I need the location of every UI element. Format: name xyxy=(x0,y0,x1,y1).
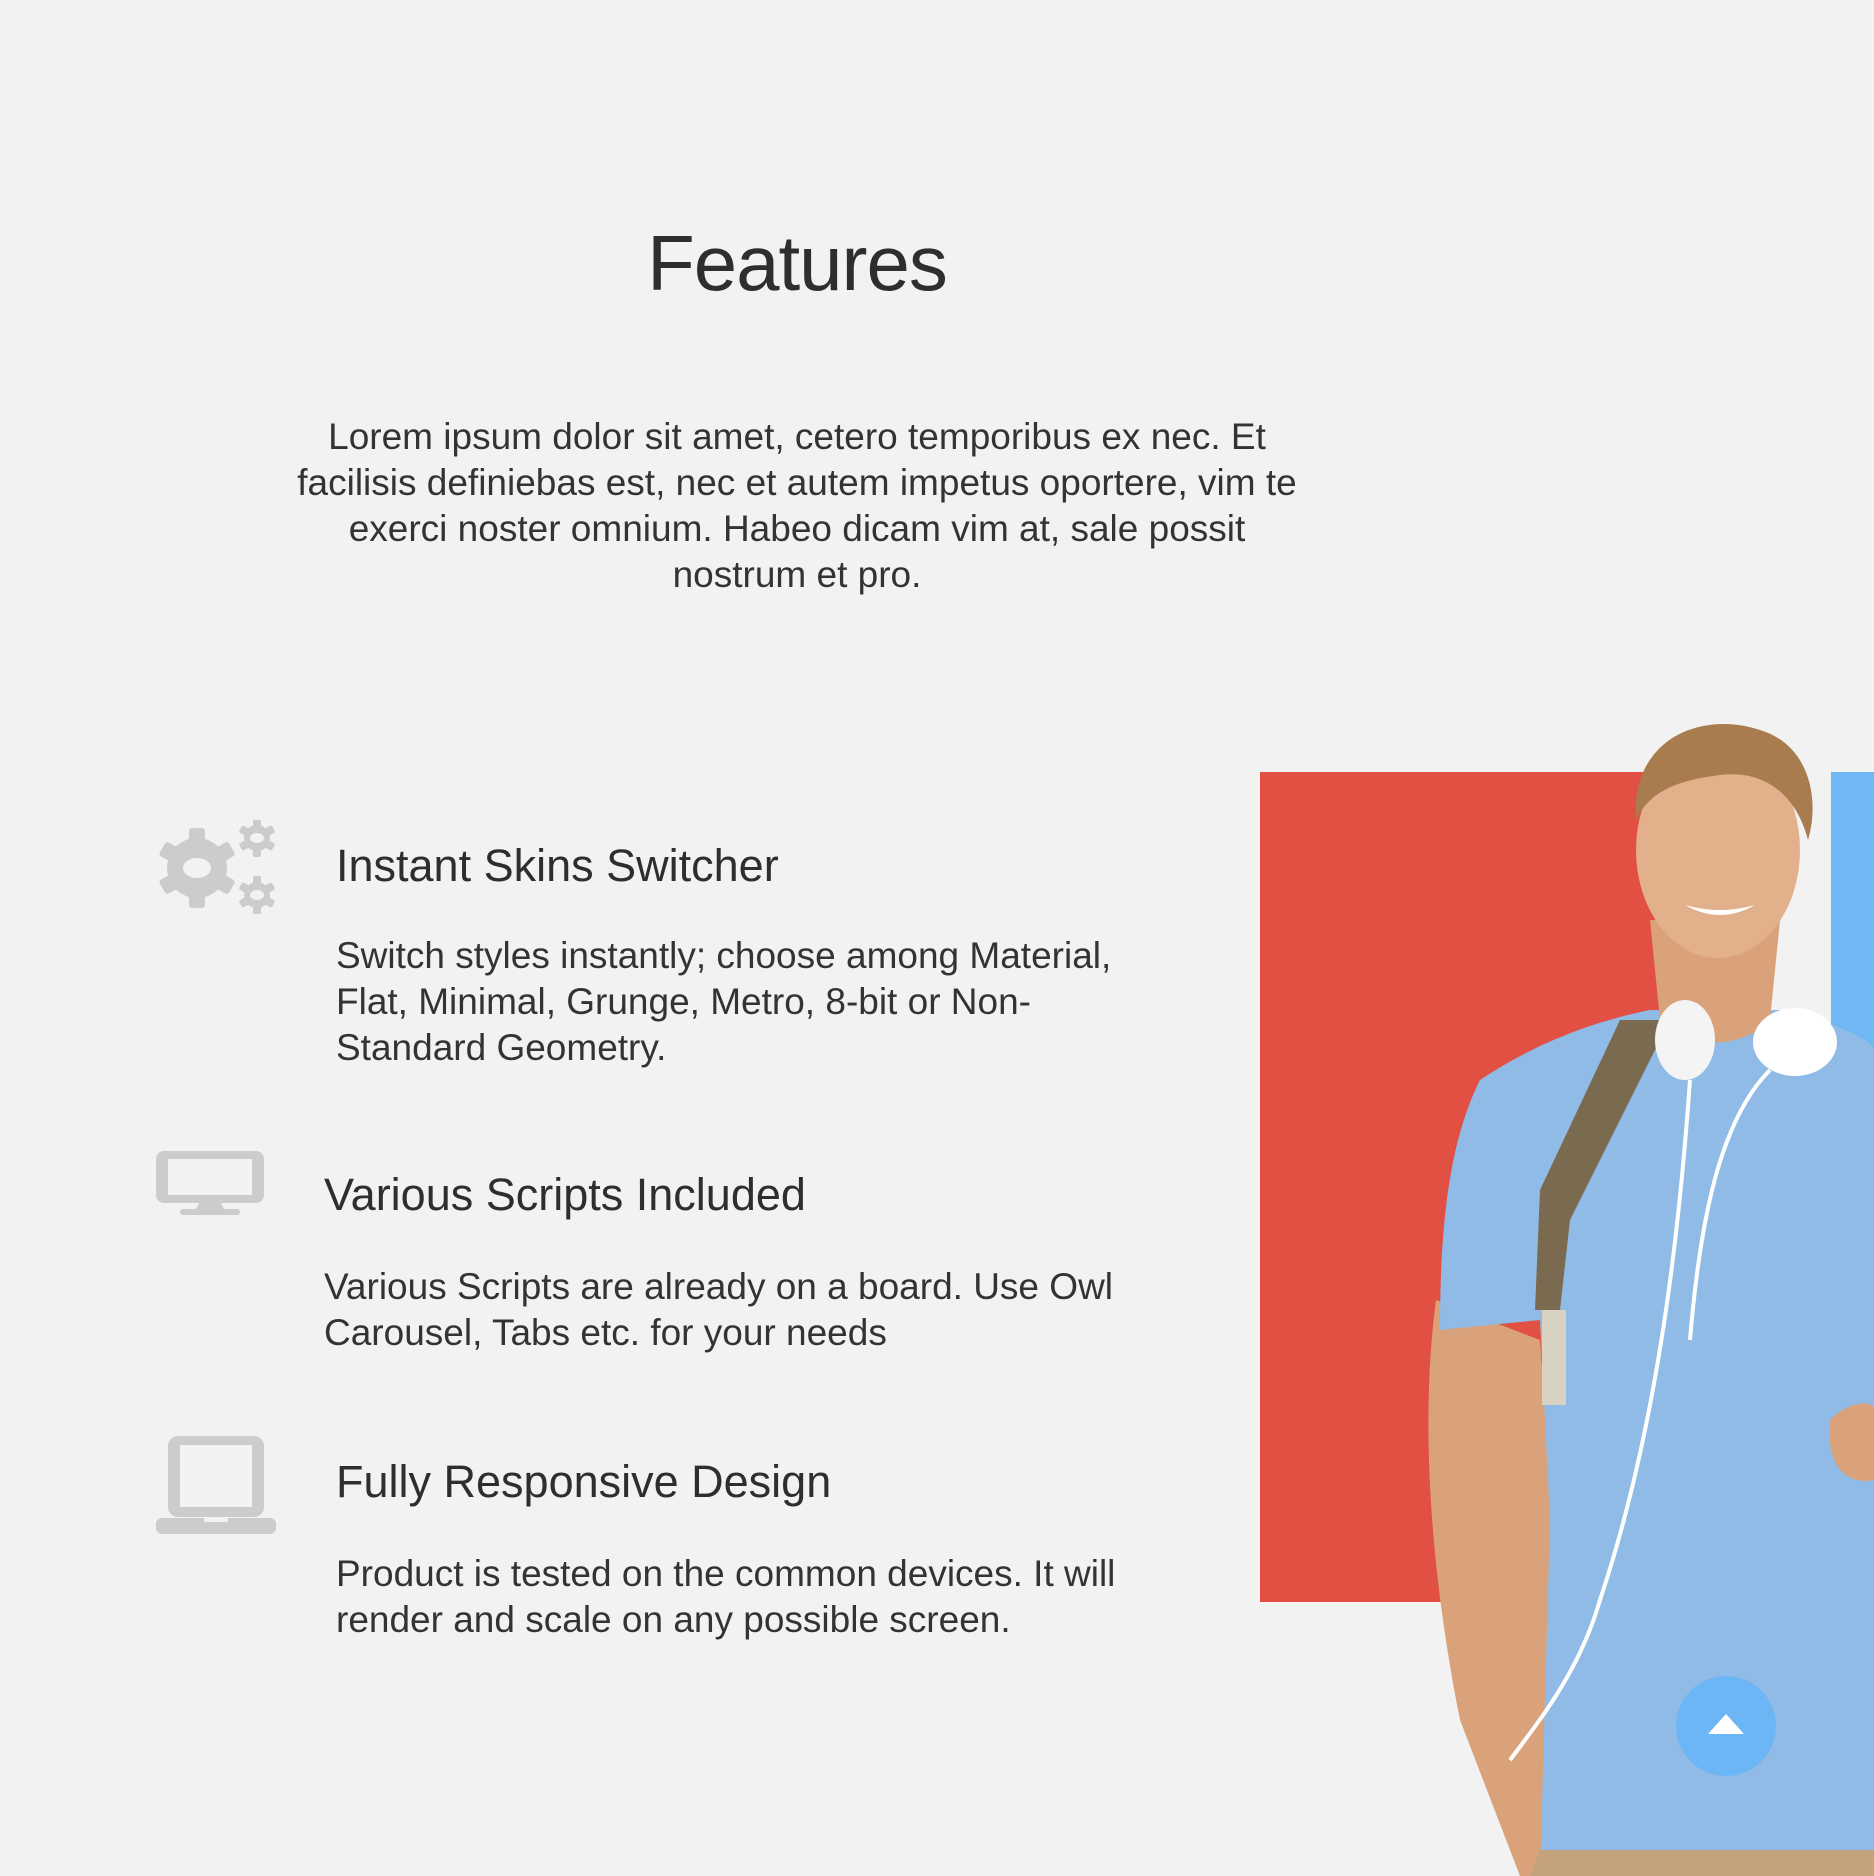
arrow-up-icon xyxy=(1708,1714,1744,1734)
feature-item: Various Scripts Included Various Scripts… xyxy=(156,1151,1116,1371)
feature-description: Product is tested on the common devices.… xyxy=(336,1553,1116,1640)
student-photo xyxy=(1428,724,1874,1876)
feature-title: Fully Responsive Design xyxy=(336,1456,832,1507)
section-intro: Lorem ipsum dolor sit amet, cetero tempo… xyxy=(297,416,1297,595)
section-title: Features xyxy=(647,219,948,307)
feature-title: Instant Skins Switcher xyxy=(336,840,779,891)
feature-description: Switch styles instantly; choose among Ma… xyxy=(336,935,1112,1068)
gears-icon xyxy=(159,820,275,914)
feature-item: Fully Responsive Design Product is teste… xyxy=(156,1436,1116,1656)
feature-title: Various Scripts Included xyxy=(324,1169,806,1220)
desktop-icon xyxy=(156,1151,264,1215)
feature-item: Instant Skins Switcher Switch styles ins… xyxy=(156,820,1116,1080)
laptop-icon xyxy=(156,1436,276,1534)
scroll-to-top-button[interactable] xyxy=(1676,1676,1776,1776)
feature-description: Various Scripts are already on a board. … xyxy=(324,1266,1114,1353)
